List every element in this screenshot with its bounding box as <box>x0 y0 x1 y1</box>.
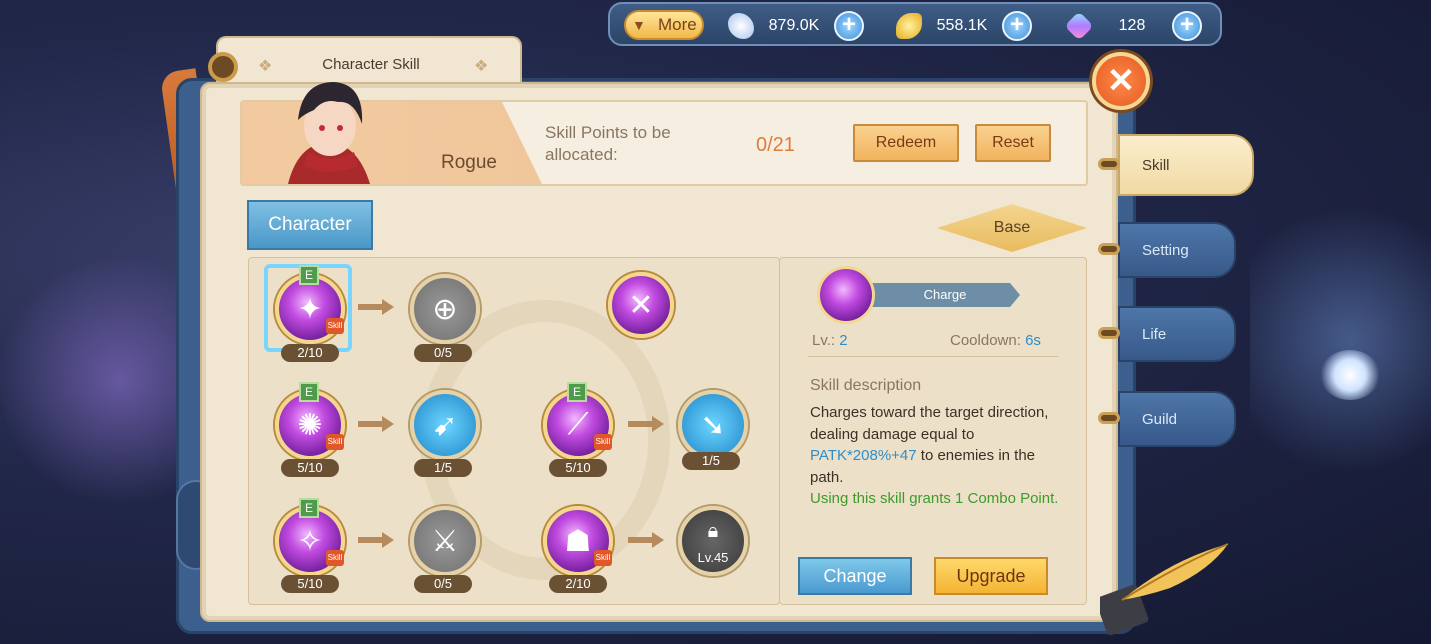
more-button[interactable]: ▼ More <box>624 10 704 40</box>
skill-level: 5/10 <box>549 459 607 477</box>
boot-plus-icon: ⊕ <box>432 292 458 326</box>
arrow-right-icon <box>358 299 394 315</box>
equipped-badge: E <box>299 265 319 285</box>
skill-level: 0/5 <box>414 575 472 593</box>
currency-gem: 128 + <box>1064 11 1202 41</box>
skill-locked[interactable]: 🔒︎ Lv.45 <box>678 506 748 576</box>
level-label: Lv.: <box>812 332 836 349</box>
skill-passive-3[interactable]: ➘ <box>678 390 748 460</box>
crossed-blades-icon: ✕ <box>628 288 654 322</box>
background-flower <box>1320 350 1380 400</box>
crystal-icon <box>728 13 754 39</box>
skill-level: 5/10 <box>281 575 339 593</box>
divider <box>808 356 1058 357</box>
class-name: Rogue <box>441 152 497 173</box>
currency-value: 128 <box>1118 17 1146 34</box>
skill-level: 1/5 <box>682 452 740 470</box>
currency-crystal: 879.0K + <box>728 11 864 41</box>
arrow-right-icon <box>358 532 394 548</box>
add-gold-button[interactable]: + <box>1002 11 1032 41</box>
combo-note: Using this skill grants 1 Combo Point. <box>810 490 1059 507</box>
base-label: Base <box>993 219 1031 236</box>
skill-tag: Skill <box>326 550 344 566</box>
skill-passive-1[interactable]: ⊕ <box>410 274 480 344</box>
cooldown-info: Cooldown: 6s <box>950 332 1041 349</box>
ring-icon <box>1098 158 1120 170</box>
skill-level-info: Lv.: 2 <box>812 332 848 349</box>
skill-tag: Skill <box>326 318 344 334</box>
window-title: Character Skill <box>322 56 420 73</box>
add-gem-button[interactable]: + <box>1172 11 1202 41</box>
skill-level: 0/5 <box>414 344 472 362</box>
upgrade-button[interactable]: Upgrade <box>934 557 1048 595</box>
equipped-badge: E <box>299 382 319 402</box>
gem-icon <box>1064 11 1094 41</box>
equipped-badge: E <box>567 382 587 402</box>
more-label: More <box>658 15 697 34</box>
cooldown-label: Cooldown: <box>950 332 1021 349</box>
skill-points-label: Skill Points to be allocated: <box>545 123 671 164</box>
reset-button[interactable]: Reset <box>975 124 1051 162</box>
side-tab-life[interactable]: Life <box>1118 306 1236 362</box>
description-text: Charges toward the target direction, dea… <box>810 404 1049 443</box>
gold-leaf-icon <box>896 13 922 39</box>
redeem-button[interactable]: Redeem <box>853 124 959 162</box>
ring-icon <box>208 52 238 82</box>
change-button[interactable]: Change <box>798 557 912 595</box>
skill-ultimate[interactable]: ✕ <box>608 272 674 338</box>
currency-gold: 558.1K + <box>896 11 1032 41</box>
skill-description: Charges toward the target direction, dea… <box>810 402 1060 510</box>
skill-level: 1/5 <box>414 459 472 477</box>
skill-points-value: 0/21 <box>756 134 795 156</box>
blades-icon: ⚔ <box>431 524 459 558</box>
ring-icon <box>1098 243 1120 255</box>
chevron-down-icon: ▼ <box>632 17 646 33</box>
skill-level: 2/10 <box>549 575 607 593</box>
side-tab-setting[interactable]: Setting <box>1118 222 1236 278</box>
currency-value: 879.0K <box>768 17 820 34</box>
close-icon: ✕ <box>1106 62 1136 100</box>
skill-tag: Skill <box>594 434 612 450</box>
skill-passive-4[interactable]: ⚔ <box>410 506 480 576</box>
skill-name-banner: Charge <box>860 283 1020 307</box>
currency-value: 558.1K <box>936 17 988 34</box>
quill-icon <box>1100 543 1229 636</box>
ring-icon <box>1098 412 1120 424</box>
description-title: Skill description <box>810 377 922 394</box>
skill-level: 2/10 <box>281 344 339 362</box>
skill-tag: Skill <box>326 434 344 450</box>
damage-formula: PATK*208%+47 <box>810 447 917 464</box>
currency-bar: ▼ More 879.0K + 558.1K + 128 + <box>608 2 1222 46</box>
arrow-right-icon <box>628 532 664 548</box>
selected-skill-icon <box>817 266 875 324</box>
level-value: 2 <box>839 332 848 349</box>
unlock-level: Lv.45 <box>697 550 729 565</box>
skill-level: 5/10 <box>281 459 339 477</box>
cursor-plus-icon: ➹ <box>432 408 458 442</box>
arrow-right-icon <box>628 416 664 432</box>
ring-icon <box>1098 327 1120 339</box>
skill-tag: Skill <box>594 550 612 566</box>
skill-passive-2[interactable]: ➹ <box>410 390 480 460</box>
arrow-minus-icon: ➘ <box>700 408 726 442</box>
side-tab-guild[interactable]: Guild <box>1118 391 1236 447</box>
close-button[interactable]: ✕ <box>1092 52 1150 110</box>
arrow-right-icon <box>358 416 394 432</box>
equipped-badge: E <box>299 498 319 518</box>
side-tab-skill[interactable]: Skill <box>1118 134 1254 196</box>
rogue-portrait <box>288 82 370 184</box>
add-crystal-button[interactable]: + <box>834 11 864 41</box>
background-glow <box>1250 180 1431 500</box>
cooldown-value: 6s <box>1025 332 1041 349</box>
tab-character[interactable]: Character <box>247 200 373 250</box>
